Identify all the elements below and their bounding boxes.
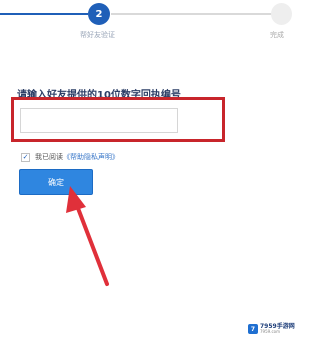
agree-label: 我已阅读 xyxy=(35,153,63,161)
confirm-button[interactable]: 确定 xyxy=(19,169,93,195)
receipt-number-input[interactable] xyxy=(20,108,178,133)
watermark-logo-icon: 7 xyxy=(248,324,258,334)
site-watermark: 7 7959手游网 7959.com xyxy=(248,324,295,334)
arrow-shaft xyxy=(74,201,109,286)
watermark-url: 7959.com xyxy=(260,329,280,334)
step-3-circle xyxy=(271,3,292,25)
checkmark-icon: ✓ xyxy=(22,152,29,161)
step-label-verify: 帮好友验证 xyxy=(80,31,115,39)
step-label-done: 完成 xyxy=(270,31,284,39)
progress-stepper: 2 帮好友验证 完成 xyxy=(0,0,294,46)
step-2-circle: 2 xyxy=(88,3,110,25)
privacy-statement-link[interactable]: 《帮助隐私声明》 xyxy=(63,152,119,162)
step-line-pending xyxy=(111,13,277,15)
agree-checkbox[interactable]: ✓ xyxy=(21,152,30,162)
step-line-completed xyxy=(0,13,88,15)
agreement-row: ✓ 我已阅读 《帮助隐私声明》 xyxy=(21,151,119,163)
